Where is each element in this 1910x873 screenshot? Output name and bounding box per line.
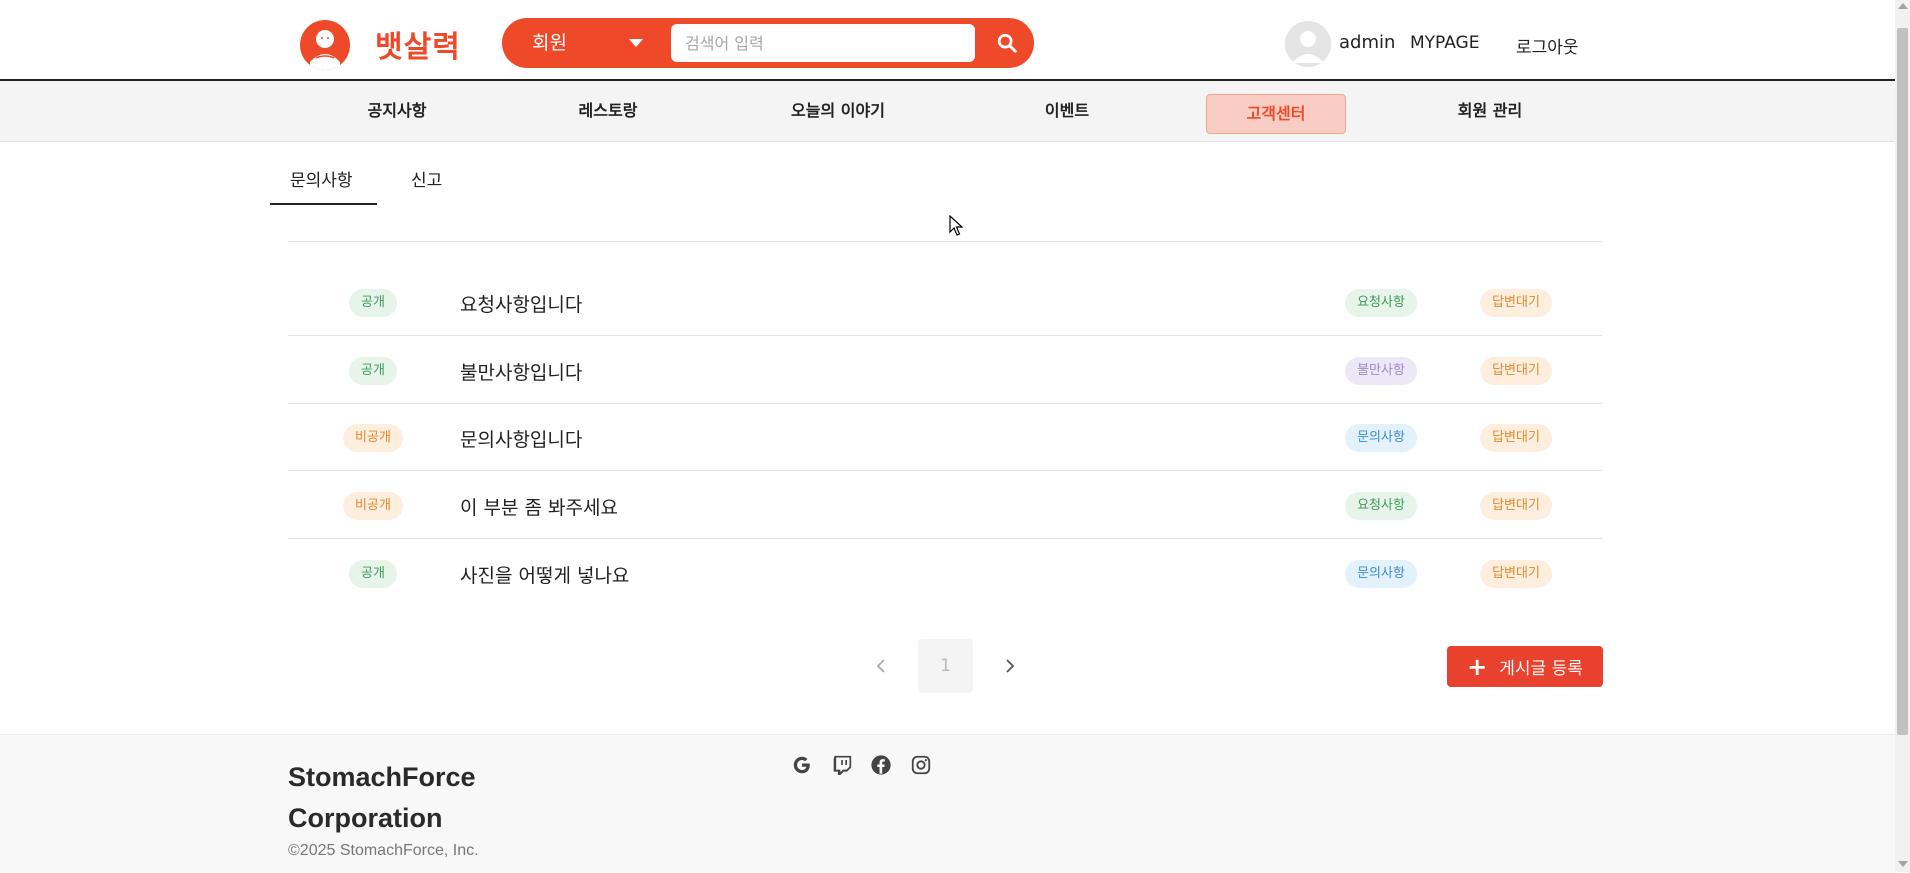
next-page-button[interactable] (1000, 654, 1020, 678)
avatar[interactable] (1285, 21, 1331, 67)
company-name-line2: Corporation (288, 803, 443, 833)
search-button[interactable] (980, 18, 1034, 68)
list-item[interactable]: 공개 요청사항입니다 요청사항 답변대기 (288, 269, 1602, 336)
instagram-icon[interactable] (909, 753, 933, 777)
chevron-left-icon (876, 659, 885, 673)
list-item[interactable]: 공개 불만사항입니다 불만사항 답변대기 (288, 337, 1602, 404)
nav-item-today-story[interactable]: 오늘의 이야기 (791, 95, 885, 135)
nav-item-customer-center[interactable]: 고객센터 (1206, 94, 1346, 134)
visibility-badge: 공개 (349, 357, 397, 385)
post-title[interactable]: 요청사항입니다 (460, 290, 582, 317)
plus-icon: + (1467, 652, 1488, 681)
list-item[interactable]: 비공개 이 부분 좀 봐주세요 요청사항 답변대기 (288, 472, 1602, 539)
active-tab-indicator (270, 203, 377, 205)
write-post-button[interactable]: + 게시글 등록 (1447, 646, 1603, 687)
category-badge: 불만사항 (1345, 357, 1417, 385)
chevron-right-icon (1006, 659, 1015, 673)
row-divider (288, 470, 1602, 471)
tab-report[interactable]: 신고 (411, 166, 442, 191)
status-badge: 답변대기 (1480, 357, 1552, 385)
prev-page-button[interactable] (871, 654, 891, 678)
row-divider (288, 335, 1602, 336)
tab-inquiry[interactable]: 문의사항 (290, 166, 353, 191)
status-badge: 답변대기 (1480, 289, 1552, 317)
nav-item-restaurant[interactable]: 레스토랑 (579, 95, 638, 135)
google-icon[interactable] (790, 753, 814, 777)
post-title[interactable]: 문의사항입니다 (460, 425, 582, 452)
scroll-up-arrow-icon[interactable] (1898, 3, 1908, 9)
username: admin (1339, 32, 1396, 53)
visibility-badge: 비공개 (343, 492, 403, 520)
status-badge: 답변대기 (1480, 424, 1552, 452)
scrollbar-thumb[interactable] (1897, 28, 1908, 735)
post-title[interactable]: 사진을 어떻게 넣나요 (460, 561, 629, 588)
site-footer: StomachForce Corporation ©2025 StomachFo… (0, 734, 1895, 873)
twitch-icon[interactable] (830, 753, 854, 777)
visibility-badge: 비공개 (343, 424, 403, 452)
company-name: StomachForce Corporation (288, 757, 476, 839)
list-item[interactable]: 공개 사진을 어떻게 넣나요 문의사항 답변대기 (288, 540, 1602, 607)
row-divider (288, 538, 1602, 539)
mouse-cursor-icon (949, 215, 963, 236)
page-number[interactable]: 1 (918, 639, 973, 693)
brand-name[interactable]: 뱃살력 (375, 22, 461, 66)
category-badge: 요청사항 (1345, 492, 1417, 520)
divider (288, 241, 1602, 242)
main-nav: 공지사항 레스토랑 오늘의 이야기 이벤트 고객센터 회원 관리 (0, 81, 1895, 142)
mypage-link[interactable]: MYPAGE (1410, 33, 1479, 53)
write-post-label: 게시글 등록 (1499, 659, 1583, 679)
scroll-down-arrow-icon[interactable] (1898, 861, 1908, 867)
search-icon (997, 33, 1017, 53)
nav-item-notice[interactable]: 공지사항 (368, 95, 427, 135)
search-category-select[interactable]: 회원 (532, 18, 567, 68)
post-title[interactable]: 이 부분 좀 봐주세요 (460, 493, 618, 520)
copyright: ©2025 StomachForce, Inc. (288, 842, 479, 859)
logout-link[interactable]: 로그아웃 (1516, 33, 1579, 58)
facebook-icon[interactable] (869, 753, 893, 777)
search-bar: 회원 (502, 18, 1034, 68)
site-header: 뱃살력 회원 admin MYPAGE 로그아웃 (0, 0, 1895, 81)
company-name-line1: StomachForce (288, 762, 476, 792)
post-title[interactable]: 불만사항입니다 (460, 358, 582, 385)
list-item[interactable]: 비공개 문의사항입니다 문의사항 답변대기 (288, 404, 1602, 471)
visibility-badge: 공개 (349, 560, 397, 588)
logo-mascot-icon[interactable] (300, 20, 350, 70)
vertical-scrollbar[interactable] (1895, 0, 1910, 872)
nav-item-event[interactable]: 이벤트 (1045, 95, 1089, 135)
status-badge: 답변대기 (1480, 492, 1552, 520)
status-badge: 답변대기 (1480, 560, 1552, 588)
category-badge: 문의사항 (1345, 560, 1417, 588)
search-input[interactable] (671, 24, 975, 62)
nav-item-member-management[interactable]: 회원 관리 (1458, 95, 1522, 135)
visibility-badge: 공개 (349, 289, 397, 317)
category-badge: 요청사항 (1345, 289, 1417, 317)
chevron-down-icon[interactable] (629, 39, 643, 47)
category-badge: 문의사항 (1345, 424, 1417, 452)
